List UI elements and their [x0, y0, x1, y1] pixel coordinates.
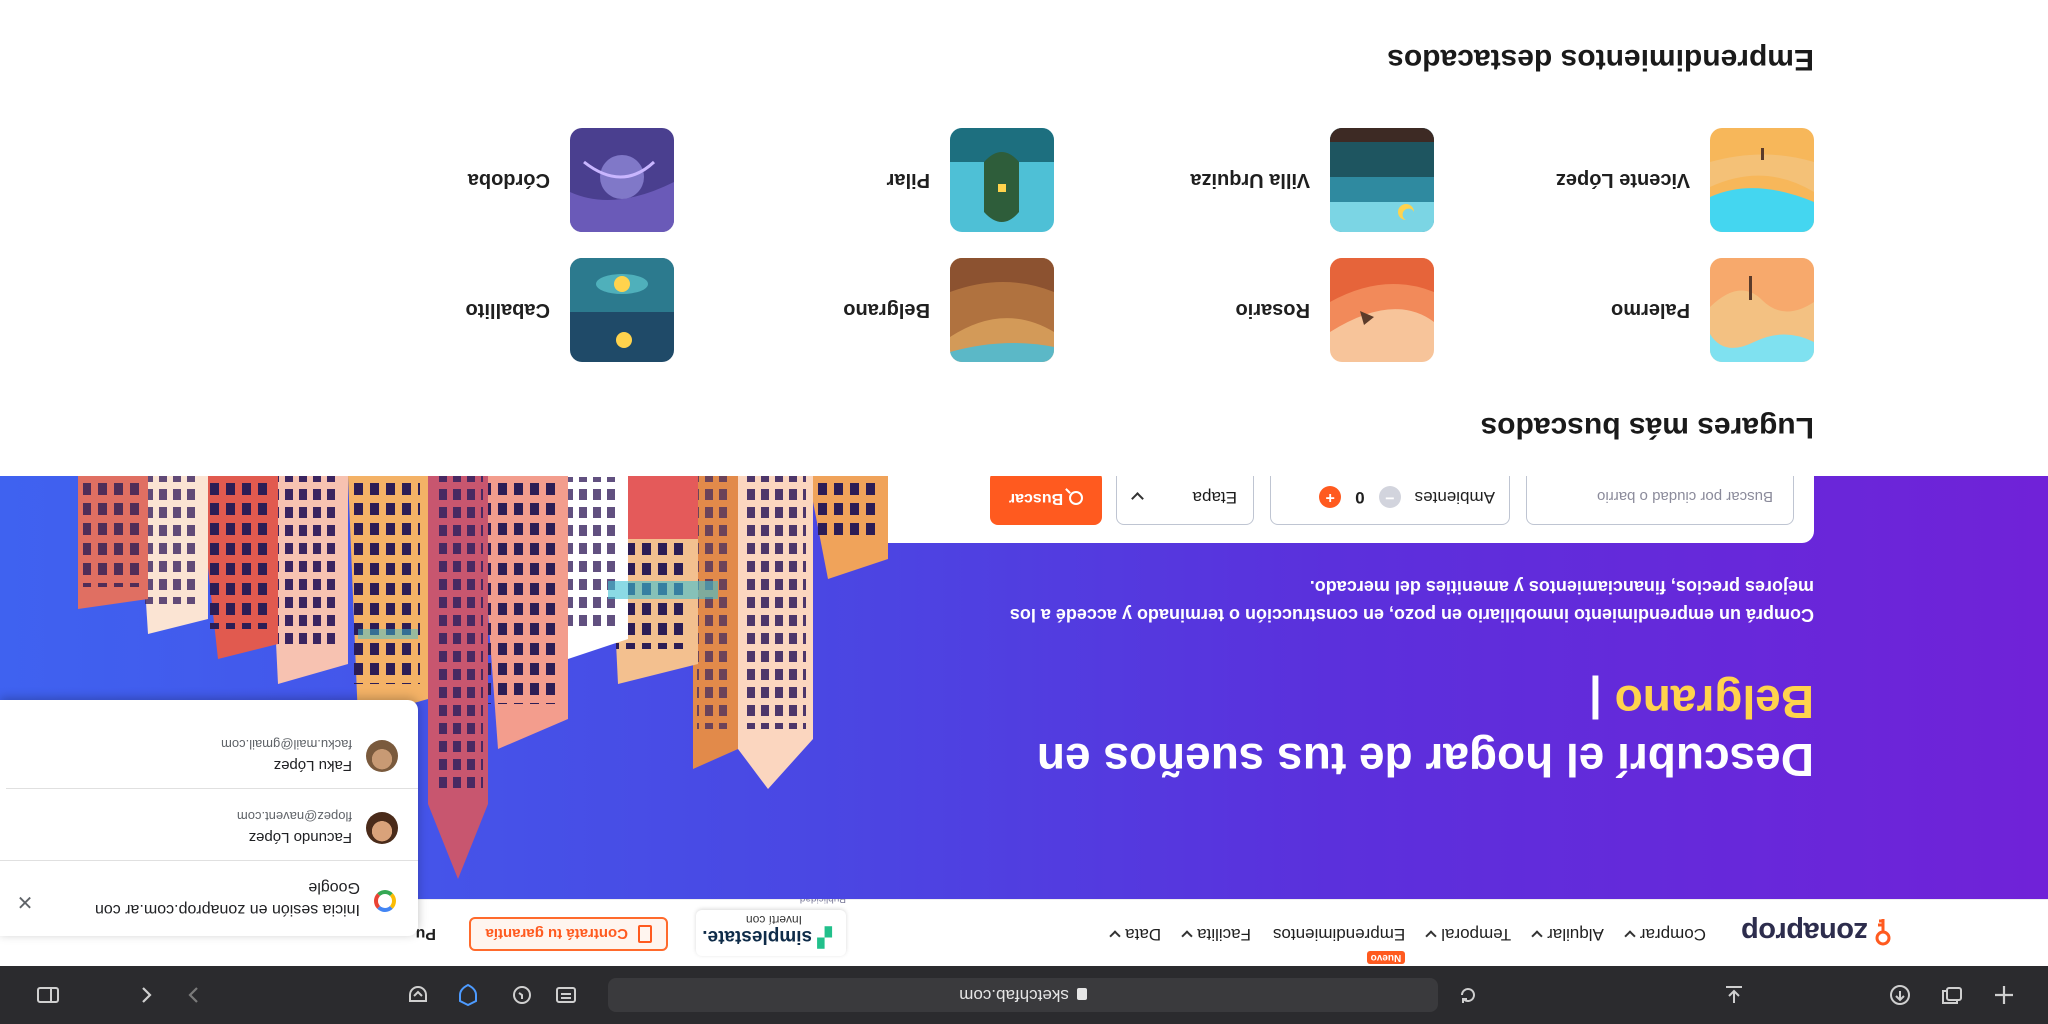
place-label: Belgrano: [843, 299, 930, 322]
back-icon[interactable]: [132, 981, 160, 1009]
place-card[interactable]: Palermo: [1611, 258, 1814, 362]
typing-cursor: |: [1588, 676, 1602, 728]
avatar: [366, 812, 398, 844]
lugares-title: Lugares más buscados: [1480, 411, 1814, 444]
nav-item-temporal[interactable]: Temporal: [1425, 924, 1512, 944]
place-card[interactable]: Caballito: [466, 258, 674, 362]
emprendimiento-label: Córdoba: [467, 169, 550, 192]
place-thumbnail: [950, 258, 1054, 362]
google-signin-popup: Inicia sesión en zonaprop.com.ar con Goo…: [0, 700, 418, 936]
forward-icon[interactable]: [180, 981, 208, 1009]
google-logo-icon: [374, 890, 396, 912]
lock-icon: [1076, 988, 1087, 1000]
chevron-down-icon: [1425, 930, 1437, 942]
etapa-label: Etapa: [1192, 488, 1237, 507]
browser-toolbar: sketchfab.com: [0, 966, 2048, 1024]
plus-button[interactable]: +: [1319, 486, 1342, 508]
place-label: Rosario: [1235, 299, 1310, 322]
google-account-row[interactable]: Faku López facku.mail@gmail.com: [6, 716, 418, 788]
zonaprop-logo[interactable]: zonaprop: [1741, 916, 1897, 949]
place-thumbnail: [570, 258, 674, 362]
emprendimiento-card[interactable]: Pilar: [887, 128, 1054, 232]
nav-item-comprar[interactable]: Comprar: [1624, 924, 1706, 944]
emprendimientos-title: Emprendimientos destacados: [1387, 43, 1814, 76]
emprendimiento-thumbnail: [1710, 128, 1814, 232]
place-thumbnail: [1330, 258, 1434, 362]
emprendimiento-card[interactable]: Córdoba: [468, 128, 674, 232]
publicar-link[interactable]: Pu: [416, 924, 436, 942]
hero-highlight: Belgrano: [1614, 676, 1814, 728]
place-thumbnail: [1710, 258, 1814, 362]
place-card[interactable]: Rosario: [1236, 258, 1434, 362]
account-email: flopez@navent.com: [236, 809, 352, 824]
hero-title: Descubrí el hogar de tus sueños en Belgr…: [1036, 676, 1814, 786]
place-card[interactable]: Belgrano: [843, 258, 1054, 362]
shield-extension-icon[interactable]: [454, 981, 482, 1009]
nav-item-emprendimientos[interactable]: Nuevo Emprendimientos: [1272, 924, 1406, 964]
tabs-overview-icon[interactable]: [1938, 981, 1966, 1009]
google-account-row[interactable]: Facundo López flopez@navent.com: [6, 788, 418, 860]
ambientes-stepper: Ambientes − 0 +: [1270, 476, 1510, 525]
etapa-select[interactable]: Etapa: [1116, 476, 1254, 525]
avatar: [366, 740, 398, 772]
url-text: sketchfab.com: [959, 986, 1069, 1005]
place-label: Caballito: [465, 299, 550, 322]
place-label: Palermo: [1611, 299, 1690, 322]
nav-item-data[interactable]: Data: [1109, 924, 1162, 944]
share-icon[interactable]: [1886, 981, 1914, 1009]
emprendimiento-card[interactable]: Villa Urquiza: [1190, 128, 1434, 232]
chevron-down-icon: [1109, 930, 1121, 942]
search-input[interactable]: Buscar por ciudad o barrio: [1526, 476, 1794, 525]
ad-tagline: Invertí con: [745, 913, 802, 927]
chevron-down-icon: [1624, 930, 1636, 942]
emprendimiento-card[interactable]: Vicente López: [1556, 128, 1814, 232]
emprendimiento-label: Vicente López: [1555, 169, 1690, 192]
ad-brand: ▞ simplestate.: [702, 926, 832, 947]
hero-subtitle: Comprá un emprendimiento inmobiliario en…: [1009, 577, 1814, 625]
chevron-down-icon: [1181, 930, 1193, 942]
logo-text: zonaprop: [1741, 916, 1869, 949]
nav-label: Temporal: [1441, 925, 1512, 944]
key-logo-icon: [1875, 919, 1891, 946]
garantia-button[interactable]: Contratá tu garantía: [469, 917, 668, 951]
close-icon[interactable]: ×: [14, 888, 36, 918]
reload-icon[interactable]: [1454, 981, 1482, 1009]
minus-button[interactable]: −: [1378, 486, 1401, 508]
emprendimiento-thumbnail: [1330, 128, 1434, 232]
account-name: Facundo López: [248, 829, 352, 846]
nav-label: Facilita: [1197, 925, 1251, 944]
search-icon: [1069, 491, 1084, 505]
simplestate-ad[interactable]: ▞ simplestate. Invertí con Publicidad: [696, 893, 846, 956]
sidebar-icon[interactable]: [34, 981, 62, 1009]
ambientes-label: Ambientes: [1414, 488, 1495, 507]
screenshot-stage: sketchfab.com zonaprop Comprar Alquilar …: [0, 0, 2048, 1024]
emprendimiento-thumbnail: [950, 128, 1054, 232]
nav-label: Comprar: [1639, 925, 1706, 944]
nav-item-facilita[interactable]: Facilita: [1181, 924, 1251, 944]
pocket-icon[interactable]: [404, 981, 432, 1009]
address-bar[interactable]: sketchfab.com: [608, 978, 1438, 1012]
nav-label: Alquilar: [1547, 925, 1604, 944]
reader-icon[interactable]: [552, 981, 580, 1009]
chevron-down-icon: [1531, 930, 1543, 942]
extension-icon[interactable]: [508, 981, 536, 1009]
nav-label: Emprendimientos: [1272, 925, 1406, 944]
document-icon: [638, 925, 652, 943]
google-popup-title: Inicia sesión en zonaprop.com.ar con Goo…: [94, 879, 360, 918]
nav-label: Data: [1125, 925, 1162, 944]
download-icon[interactable]: [1720, 981, 1748, 1009]
main-nav: Comprar Alquilar Temporal Nuevo Emprendimien…: [1109, 924, 1706, 964]
emprendimiento-label: Villa Urquiza: [1190, 169, 1310, 192]
new-badge: Nuevo: [1366, 951, 1406, 964]
account-email: facku.mail@gmail.com: [221, 737, 352, 752]
emprendimiento-thumbnail: [570, 128, 674, 232]
account-name: Faku López: [273, 757, 352, 774]
chevron-down-icon: [1131, 492, 1144, 506]
ambientes-value: 0: [1355, 488, 1365, 507]
emprendimiento-label: Pilar: [886, 169, 930, 192]
add-tab-icon[interactable]: [1990, 981, 2018, 1009]
google-popup-header: Inicia sesión en zonaprop.com.ar con Goo…: [0, 860, 418, 936]
nav-item-alquilar[interactable]: Alquilar: [1531, 924, 1604, 944]
